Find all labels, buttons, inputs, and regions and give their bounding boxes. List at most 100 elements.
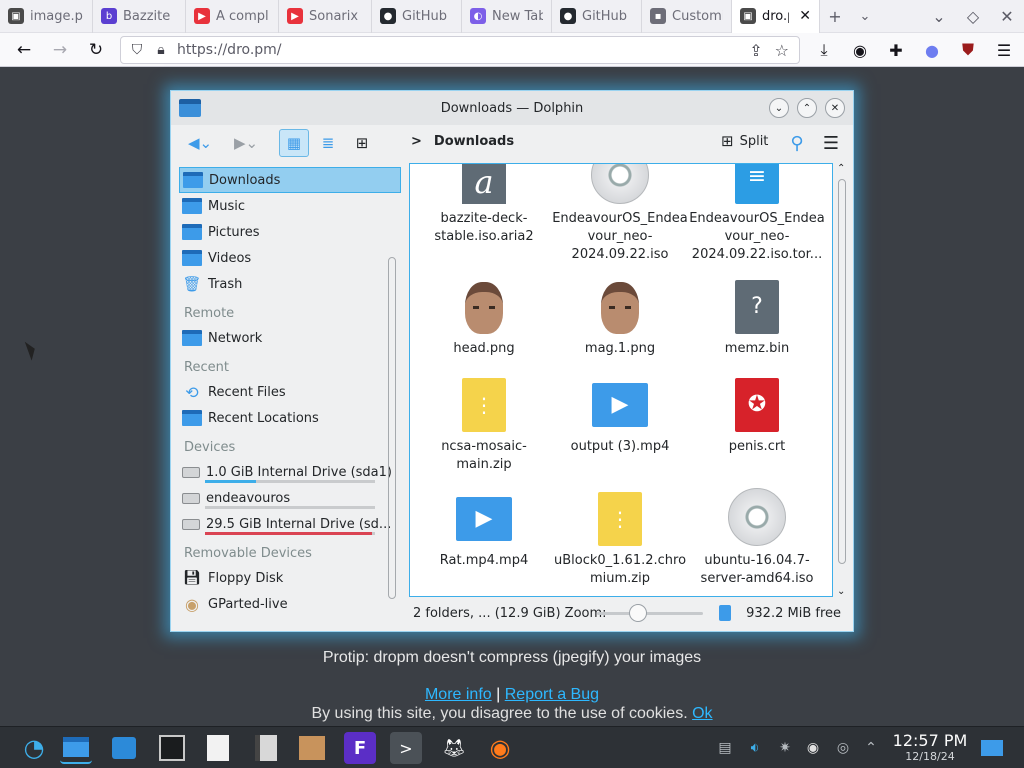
sidebar-item[interactable]: 1.0 GiB Internal Drive (sda1)	[179, 459, 401, 485]
text-editor-icon[interactable]	[202, 732, 234, 764]
browser-tab[interactable]: ◐ New Tab	[462, 0, 552, 33]
extensions-icon[interactable]: ✚	[878, 33, 914, 67]
browser-tab[interactable]: ▪ Customi	[642, 0, 732, 33]
dolphin-task-icon[interactable]	[60, 732, 92, 764]
konsole-terminal-icon[interactable]: >	[390, 732, 422, 764]
zoom-slider-handle[interactable]	[628, 604, 647, 622]
forward-button[interactable]: →	[42, 33, 78, 67]
file-item[interactable]: ✪ penis.crt	[689, 374, 825, 456]
package-manager-icon[interactable]	[296, 732, 328, 764]
breadcrumb-downloads[interactable]: Downloads	[434, 134, 514, 149]
sidebar-item[interactable]: 🗑︎ Trash	[179, 271, 401, 297]
sidebar-item[interactable]: 💾︎ Floppy Disk	[179, 565, 401, 591]
downloads-button[interactable]: ⤓	[806, 33, 842, 67]
file-item[interactable]: ▶ output (3).mp4	[552, 374, 688, 456]
icons-view-button[interactable]: ▦	[279, 129, 309, 157]
account-icon[interactable]: ◉	[842, 33, 878, 67]
sidebar-item[interactable]: Network	[179, 325, 401, 351]
file-view-scrollbar[interactable]: ⌃ ⌄	[834, 163, 850, 597]
compact-view-button[interactable]: ≣	[313, 129, 343, 157]
shield-icon[interactable]: ⛉	[129, 42, 145, 58]
file-item[interactable]: ubuntu-16.04.7-server-amd64.iso	[689, 488, 825, 588]
details-view-button[interactable]: ⊞	[347, 129, 377, 157]
scroll-up-icon[interactable]: ⌃	[837, 163, 845, 174]
sidebar-item[interactable]: ⟲ Recent Files	[179, 379, 401, 405]
scroll-down-icon[interactable]: ⌄	[837, 586, 845, 597]
folder-app-icon[interactable]	[179, 99, 201, 117]
file-item[interactable]: a bazzite-deck-stable.iso.aria2	[416, 164, 552, 246]
clock[interactable]: 12:57 PM 12/18/24	[888, 732, 972, 764]
file-item[interactable]: ▶ Rat.mp4.mp4	[416, 488, 552, 570]
sidebar-item[interactable]: ◉ GParted-live	[179, 591, 401, 617]
cookie-ok-link[interactable]: Ok	[692, 705, 712, 722]
forward-nav-button[interactable]: ▶⌄	[227, 129, 265, 157]
search-button[interactable]: ⚲	[783, 129, 811, 157]
app-launcher-icon[interactable]: ◔	[18, 732, 50, 764]
browser-tab[interactable]: ▣ image.p	[0, 0, 93, 33]
browser-tab[interactable]: ▣ dro.pı ✕	[732, 0, 820, 33]
sidebar-item[interactable]: Downloads	[179, 167, 401, 193]
archive-manager-icon[interactable]	[250, 732, 282, 764]
back-nav-button[interactable]: ◀⌄	[181, 129, 219, 157]
tab-close-icon[interactable]: ✕	[799, 8, 811, 24]
more-info-link[interactable]: More info	[425, 686, 492, 703]
url-text[interactable]: https://dro.pm/	[177, 42, 282, 58]
new-tab-button[interactable]: +	[820, 0, 850, 33]
close-window-button[interactable]: ✕	[990, 0, 1024, 33]
window-maximize-button[interactable]: ⌃	[797, 98, 817, 118]
window-close-button[interactable]: ✕	[825, 98, 845, 118]
file-item[interactable]: head.png	[416, 276, 552, 358]
profile-icon[interactable]: ●	[914, 33, 950, 67]
sidebar-scrollbar[interactable]	[385, 163, 399, 625]
window-minimize-button[interactable]: ⌄	[769, 98, 789, 118]
sidebar-scroll-thumb[interactable]	[388, 257, 396, 599]
browser-tab[interactable]: ▶ A compl	[186, 0, 279, 33]
bookmark-star-icon[interactable]: ☆	[775, 41, 789, 60]
maximize-button[interactable]: ◇	[956, 0, 990, 33]
window-titlebar[interactable]: Downloads — Dolphin ⌄ ⌃ ✕	[171, 91, 853, 125]
brightness-tray-icon[interactable]: ✷	[776, 739, 794, 757]
split-button[interactable]: ⊞ Split	[721, 132, 768, 150]
menu-hamburger-icon[interactable]: ☰	[986, 33, 1022, 67]
browser-tab[interactable]: b Bazzite	[93, 0, 186, 33]
ublock-icon[interactable]: ⛊	[950, 33, 986, 67]
sidebar-item[interactable]: endeavouros	[179, 485, 401, 511]
disc-tray-icon[interactable]: ◉	[804, 739, 822, 757]
zoom-slider[interactable]	[597, 612, 703, 615]
file-item[interactable]: ? memz.bin	[689, 276, 825, 358]
browser-tab[interactable]: ● GitHub	[552, 0, 642, 33]
report-bug-link[interactable]: Report a Bug	[505, 686, 599, 703]
sidebar-item[interactable]: Recent Locations	[179, 405, 401, 431]
volume-tray-icon[interactable]: 🔉︎	[746, 739, 764, 757]
url-bar[interactable]: ⛉ 🔒︎ https://dro.pm/ ⇪ ☆	[120, 36, 800, 64]
show-desktop-icon[interactable]	[976, 732, 1008, 764]
share-icon[interactable]: ⇪	[749, 41, 762, 60]
discover-store-icon[interactable]	[108, 732, 140, 764]
lock-icon[interactable]: 🔒︎	[153, 42, 169, 58]
fusion-app-icon[interactable]: F	[344, 732, 376, 764]
file-scroll-thumb[interactable]	[838, 179, 846, 564]
reload-button[interactable]: ↻	[78, 33, 114, 67]
system-monitor-icon[interactable]	[156, 732, 188, 764]
minimize-button[interactable]: ⌄	[922, 0, 956, 33]
sidebar-item[interactable]: Pictures	[179, 219, 401, 245]
gimp-icon[interactable]: 🦊︎	[438, 732, 470, 764]
file-item[interactable]: ⋮ ncsa-mosaic-main.zip	[416, 374, 552, 474]
hamburger-menu-button[interactable]: ☰	[817, 129, 845, 157]
browser-tab[interactable]: ● GitHub	[372, 0, 462, 33]
notifications-tray-icon[interactable]: ◎	[834, 739, 852, 757]
clipboard-tray-icon[interactable]: ▤	[716, 739, 734, 757]
sidebar-item[interactable]: 29.5 GiB Internal Drive (sd...	[179, 511, 401, 537]
tab-overflow-button[interactable]: ⌄	[850, 0, 880, 33]
file-item[interactable]: mag.1.png	[552, 276, 688, 358]
browser-tab[interactable]: ▶ Sonarix	[279, 0, 372, 33]
firefox-icon[interactable]: ◉	[484, 732, 516, 764]
file-item[interactable]: ⋮ uBlock0_1.61.2.chromium.zip	[552, 488, 688, 588]
back-button[interactable]: ←	[6, 33, 42, 67]
sidebar-item[interactable]: Videos	[179, 245, 401, 271]
file-view[interactable]: a bazzite-deck-stable.iso.aria2 EndeavourO…	[409, 163, 833, 597]
tray-expand-icon[interactable]: ⌃	[862, 739, 880, 757]
file-item[interactable]: ≡ EndeavourOS_Endeavour_neo-2024.09.22.is…	[689, 164, 825, 264]
file-item[interactable]: EndeavourOS_Endeavour_neo-2024.09.22.iso	[552, 164, 688, 264]
sidebar-item[interactable]: Music	[179, 193, 401, 219]
